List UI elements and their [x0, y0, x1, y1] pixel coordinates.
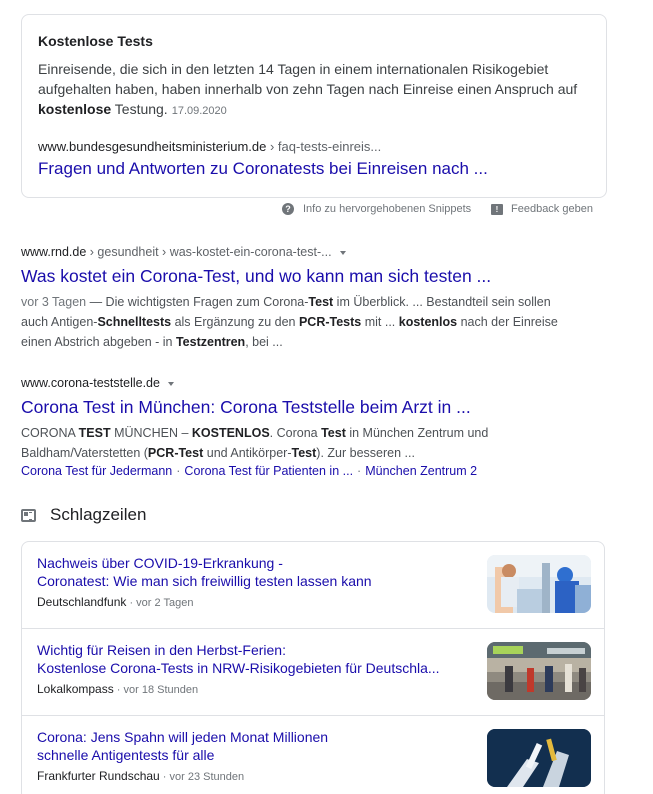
news-section-title: Schlagzeilen — [50, 505, 147, 524]
newspaper-icon — [21, 508, 36, 522]
news-item-meta: Lokalkompass · vor 18 Stunden — [37, 682, 199, 696]
snippet-url[interactable]: www.bundesgesundheitsministerium.de › fa… — [38, 139, 381, 154]
snippet-text: Einreisende, die sich in den letzten 14 … — [38, 61, 578, 117]
news-item-title[interactable]: Nachweis über COVID-19-Erkrankung - Coron… — [37, 554, 467, 590]
result-title[interactable]: Corona Test in München: Corona Teststell… — [21, 395, 581, 419]
news-item-meta: Deutschlandfunk · vor 2 Tagen — [37, 595, 194, 609]
news-item-title[interactable]: Corona: Jens Spahn will jeden Monat Mill… — [37, 728, 467, 764]
snippet-info-link[interactable]: ? Info zu hervorgehobenen Snippets — [282, 203, 471, 215]
search-result: www.rnd.de › gesundheit › was-kostet-ein… — [21, 243, 581, 352]
news-thumbnail[interactable] — [487, 555, 591, 613]
news-thumbnail[interactable] — [487, 642, 591, 700]
sitelink[interactable]: Corona Test für Patienten in ... — [184, 464, 353, 478]
result-title[interactable]: Was kostet ein Corona-Test, und wo kann … — [21, 264, 581, 288]
chevron-down-icon[interactable] — [167, 381, 174, 386]
chevron-down-icon[interactable] — [339, 250, 346, 255]
feedback-link[interactable]: ! Feedback geben — [491, 203, 593, 215]
news-item[interactable]: Corona: Jens Spahn will jeden Monat Mill… — [22, 716, 604, 794]
feedback-icon: ! — [491, 203, 503, 215]
search-result: www.corona-teststelle.de Corona Test in … — [21, 374, 581, 479]
result-description: vor 3 Tagen — Die wichtigsten Fragen zum… — [21, 295, 558, 349]
news-thumbnail[interactable] — [487, 729, 591, 787]
result-description: CORONA TEST MÜNCHEN – KOSTENLOS. Corona … — [21, 426, 489, 460]
snippet-title: Kostenlose Tests — [38, 33, 153, 49]
news-item-title[interactable]: Wichtig für Reisen in den Herbst-Ferien:… — [37, 641, 467, 677]
sitelink[interactable]: München Zentrum 2 — [365, 464, 477, 478]
help-icon: ? — [282, 203, 294, 215]
sitelinks: Corona Test für Jedermann · Corona Test fü… — [21, 464, 478, 478]
news-item[interactable]: Wichtig für Reisen in den Herbst-Ferien:… — [22, 629, 604, 716]
news-section-header: Schlagzeilen — [21, 505, 146, 525]
snippet-date: 17.09.2020 — [171, 105, 227, 117]
news-item[interactable]: Nachweis über COVID-19-Erkrankung - Coron… — [22, 542, 604, 629]
sitelink[interactable]: Corona Test für Jedermann — [21, 464, 172, 478]
result-url[interactable]: www.rnd.de › gesundheit › was-kostet-ein… — [21, 243, 581, 261]
result-url[interactable]: www.corona-teststelle.de — [21, 374, 581, 392]
featured-snippet: Kostenlose Tests Einreisende, die sich i… — [21, 14, 607, 198]
news-list: Nachweis über COVID-19-Erkrankung - Coron… — [21, 541, 605, 794]
news-item-meta: Frankfurter Rundschau · vor 23 Stunden — [37, 769, 245, 783]
snippet-link[interactable]: Fragen und Antworten zu Coronatests bei … — [38, 159, 488, 179]
